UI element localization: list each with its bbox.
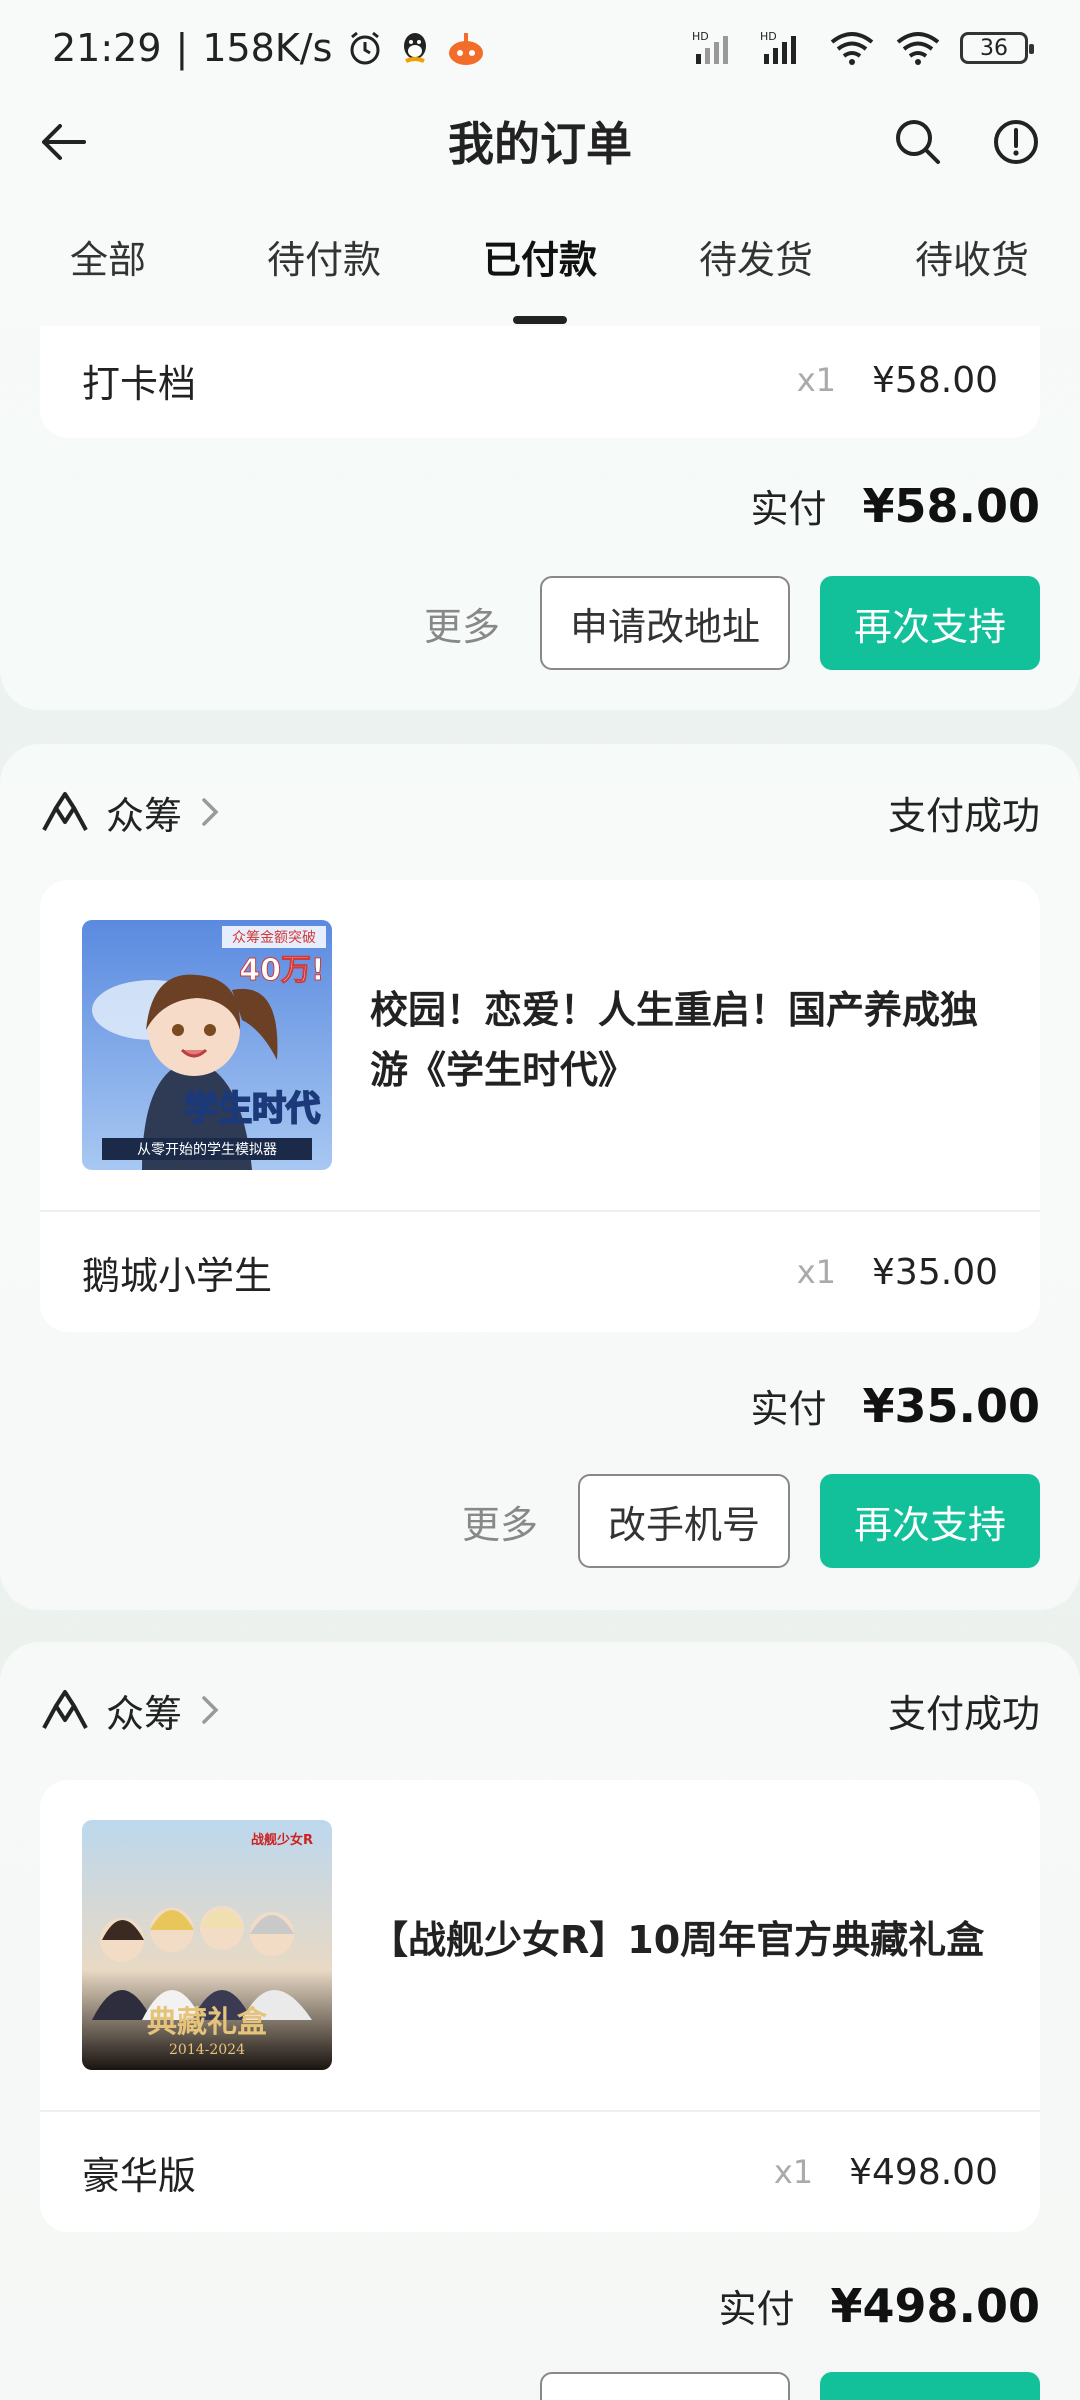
arrow-left-icon (42, 124, 86, 160)
exclamation-circle-icon (994, 120, 1038, 164)
order-source-label: 众筹 (106, 1691, 183, 1736)
order-source[interactable]: 众筹 (40, 1683, 222, 1738)
svg-text:2014-2024: 2014-2024 (169, 2042, 245, 2058)
product-card[interactable]: 打卡档 x1 ¥58.00 (40, 326, 1040, 438)
sku-price: ¥35.00 (872, 1251, 998, 1293)
paid-label: 实付 (750, 1387, 827, 1431)
tab-pending-receipt[interactable]: 待收货 (864, 186, 1080, 326)
crowdfunding-logo-icon (42, 1690, 88, 1729)
order-card: 众筹 支付成功 战舰少女R 典藏礼盒 2014-2024 【战舰少女R】10周年… (0, 1642, 1080, 2400)
order-tabs: 全部 待付款 已付款 待发货 待收货 (0, 186, 1080, 326)
chevron-right-icon (202, 1696, 219, 1724)
order-card: 打卡档 x1 ¥58.00 实付 ¥58.00 更多 申请改地址 再次支持 (0, 326, 1080, 710)
svg-text:学生时代: 学生时代 (184, 1089, 320, 1129)
change-phone-button[interactable]: 改手机号 (577, 1474, 790, 1568)
info-button[interactable] (988, 114, 1044, 170)
paid-amount: ¥58.00 (862, 479, 1040, 533)
status-time: 21:29 (52, 26, 162, 70)
search-button[interactable] (890, 114, 946, 170)
qq-icon (398, 29, 432, 67)
svg-text:典藏礼盒: 典藏礼盒 (147, 2005, 268, 2040)
order-actions: 更多 改手机号 再次支持 (452, 1474, 1040, 1568)
alarm-icon (346, 29, 384, 67)
order-card: 众筹 支付成功 众筹金额突破 40万! 学生时代 从零开始的学生模拟器 校园！恋… (0, 744, 1080, 1610)
tab-pending-shipment[interactable]: 待发货 (648, 186, 864, 326)
order-header[interactable]: 众筹 支付成功 (40, 1680, 1040, 1740)
order-source-label: 众筹 (106, 793, 183, 838)
signal-icon: HD (692, 30, 742, 66)
product-title: 校园！恋爱！人生重启！国产养成独游《学生时代》 (370, 988, 979, 1092)
status-separator: | (175, 26, 189, 70)
more-button[interactable]: 更多 (414, 596, 510, 651)
signal-icon: HD (760, 30, 810, 66)
wifi-icon (828, 30, 876, 66)
back-button[interactable] (36, 114, 92, 170)
page-title: 我的订单 (448, 117, 632, 171)
status-bar: 21:29 | 158K/s HD HD 36 (0, 0, 1080, 96)
more-button[interactable]: 更多 (452, 1494, 548, 1549)
paid-amount: ¥498.00 (830, 2279, 1040, 2333)
product-image: 众筹金额突破 40万! 学生时代 从零开始的学生模拟器 (82, 920, 332, 1170)
sku-row: 打卡档 x1 ¥58.00 (82, 320, 998, 440)
order-status: 支付成功 (887, 1691, 1040, 1736)
sku-name: 豪华版 (82, 2153, 197, 2198)
svg-text:HD: HD (692, 30, 709, 43)
tab-paid[interactable]: 已付款 (432, 186, 648, 326)
sku-row: 鹅城小学生 x1 ¥35.00 (82, 1212, 998, 1332)
sku-row: 豪华版 x1 ¥498.00 (82, 2112, 998, 2232)
svg-text:HD: HD (760, 30, 777, 43)
order-header[interactable]: 众筹 支付成功 (40, 782, 1040, 842)
paid-row: 实付 ¥498.00 (718, 2278, 1040, 2333)
sku-name: 打卡档 (82, 361, 197, 406)
paid-row: 实付 ¥35.00 (750, 1378, 1040, 1433)
order-status: 支付成功 (887, 793, 1040, 838)
support-again-button[interactable]: 再次支持 (820, 2372, 1040, 2400)
paid-label: 实付 (750, 487, 827, 531)
support-again-button[interactable]: 再次支持 (820, 1474, 1040, 1568)
tab-all[interactable]: 全部 (0, 186, 216, 326)
sku-name: 鹅城小学生 (82, 1253, 273, 1298)
product-title: 【战舰少女R】10周年官方典藏礼盒 (370, 1918, 985, 1962)
sku-price: ¥58.00 (872, 359, 998, 401)
secondary-action-button[interactable] (540, 2372, 790, 2400)
paid-row: 实付 ¥58.00 (750, 478, 1040, 533)
status-right: HD HD 36 (692, 30, 1034, 66)
crowdfunding-logo-icon (42, 792, 88, 831)
tab-pending-payment[interactable]: 待付款 (216, 186, 432, 326)
order-source[interactable]: 众筹 (40, 785, 222, 840)
status-left: 21:29 | 158K/s (52, 26, 486, 70)
title-bar: 我的订单 (0, 96, 1080, 186)
paid-amount: ¥35.00 (862, 1379, 1040, 1433)
order-actions: 更多 申请改地址 再次支持 (414, 576, 1040, 670)
search-icon (896, 120, 940, 164)
sku-quantity: x1 (773, 2153, 814, 2191)
app-notification-icon (446, 29, 486, 67)
order-actions: 再次支持 (540, 2372, 1040, 2400)
product-image: 战舰少女R 典藏礼盒 2014-2024 (82, 1820, 332, 2070)
product-card[interactable]: 众筹金额突破 40万! 学生时代 从零开始的学生模拟器 校园！恋爱！人生重启！国… (40, 880, 1040, 1332)
paid-label: 实付 (718, 2287, 795, 2331)
battery-icon: 36 (960, 32, 1034, 64)
product-card[interactable]: 战舰少女R 典藏礼盒 2014-2024 【战舰少女R】10周年官方典藏礼盒 豪… (40, 1780, 1040, 2232)
wifi-icon (894, 30, 942, 66)
svg-text:从零开始的学生模拟器: 从零开始的学生模拟器 (137, 1142, 277, 1158)
change-address-button[interactable]: 申请改地址 (539, 576, 790, 670)
svg-text:战舰少女R: 战舰少女R (251, 1832, 313, 1848)
svg-text:众筹金额突破: 众筹金额突破 (232, 929, 316, 946)
status-speed: 158K/s (202, 26, 333, 70)
support-again-button[interactable]: 再次支持 (820, 576, 1040, 670)
sku-quantity: x1 (796, 361, 837, 399)
sku-price: ¥498.00 (849, 2151, 998, 2193)
svg-text:40万!: 40万! (239, 953, 324, 988)
chevron-right-icon (202, 798, 219, 826)
sku-quantity: x1 (796, 1253, 837, 1291)
